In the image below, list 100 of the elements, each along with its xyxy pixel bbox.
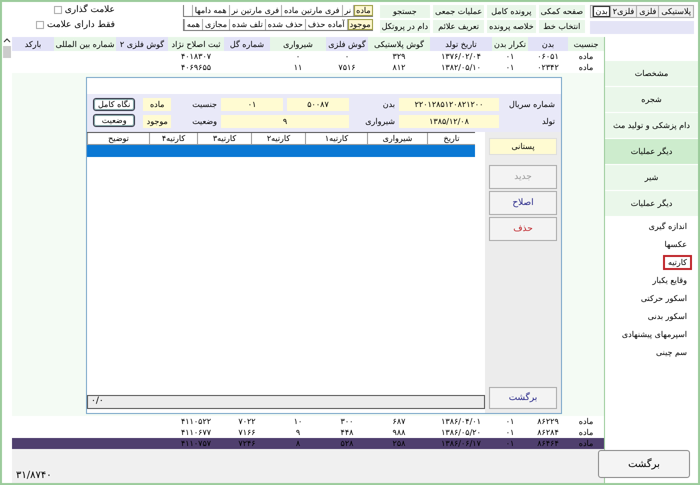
status-filter-option[interactable]: حذف شده [264,19,305,30]
field-label: تولد [541,117,555,126]
field-value[interactable]: ۹ [221,115,349,128]
record-count: ۳۱/۸۷۴۰ [16,470,52,481]
table-cell-text: ماده [578,427,594,438]
checkbox[interactable] [36,21,44,29]
table-cell-text: ۰۶۰۵۱ [536,51,560,62]
delete-button[interactable]: حذف [489,217,557,241]
table-row[interactable]: ماده ۰۶۰۵۱ ۰۱ ۱۳۷۶/۰۲/۰۴ ۳۲۹ ۰ ۰ ۴۰۱۸۳۰۷ [12,51,604,62]
nav-item[interactable]: سم چینی [650,344,692,360]
table-cell-text: ماده [578,416,594,427]
view-tab[interactable]: فلزی۲ [610,6,636,17]
table-cell-text: ۱۱ [292,62,304,73]
table-cell-text: ۵۲۸ [340,438,354,449]
status-filter-option[interactable]: موجود [346,19,373,30]
field-value[interactable]: ۰۱ [221,98,283,111]
nav-section[interactable]: دیگر عملیات [605,191,698,216]
field-label: جنسیت [191,100,217,109]
field-label: بدن [382,100,395,109]
table-row[interactable]: ماده ۸۶۲۲۹ ۰۱ ۱۳۸۶/۰۴/۰۱ ۶۸۷ ۳۰۰ ۱۰ ۷۰۲۲ ۴۱۱۰۵۲۲ [12,416,604,427]
status-filter-option[interactable]: آماده حذف [304,19,347,30]
nav-item[interactable]: اندازه گیری [644,218,692,234]
menu-button[interactable]: خلاصه پرونده [487,20,536,33]
column-header[interactable]: گوش فلزی [326,37,368,51]
nav-item[interactable]: عکسها [660,236,692,252]
column-header[interactable]: تکرار بدن [492,37,528,51]
sex-filter-option[interactable]: فری مارتین ماده [281,5,342,16]
field-label: شماره سریال [508,100,555,109]
menu-button[interactable]: انتخاب خط [538,20,585,33]
menu-button[interactable]: صفحه کمکی [538,5,585,18]
menu-button[interactable]: تعریف علائم [433,20,484,33]
nav-section[interactable]: شجره [605,87,698,112]
table-cell-text: ۰۱ [504,62,516,73]
table-cell-text: ماده [578,438,594,449]
field-value[interactable]: ۲۲۰۱۲۸۵۱۲۰۸۲۱۲۰۰ [399,98,499,111]
checkbox-label: فقط دارای علامت [47,20,115,30]
table-cell-text: ۰۱ [504,51,516,62]
table-cell-text: ۰ [294,51,302,62]
table-cell-text: ۷۱۶۶ [237,427,257,438]
table-cell-text: ۶۸۷ [392,416,406,427]
back-button[interactable]: برگشت [489,387,557,409]
table-cell-text: ۱۳۸۲/۰۵/۱۰ [440,62,482,73]
dialog-button[interactable]: نگاه کامل [93,98,136,111]
scrollbar-icon[interactable] [2,37,12,61]
column-header[interactable]: شیرواری [270,37,326,51]
table-cell-text: ۹۸۸ [392,427,406,438]
column-header[interactable]: شماره بین المللی [54,37,116,51]
table-row[interactable]: ماده ۸۶۲۸۴ ۰۱ ۱۳۸۶/۰۵/۲۰ ۹۸۸ ۴۴۸ ۹ ۷۱۶۶ ۴۱۱۰۶۷۷ [12,427,604,438]
menu-button[interactable]: عملیات جمعی [433,5,484,18]
table-cell-text: ۸ [294,438,302,449]
menu-button[interactable]: جستجو [380,5,430,18]
lookup-field[interactable] [590,21,694,34]
edit-button[interactable]: اصلاح [489,191,557,215]
view-tab[interactable]: بدن [592,6,610,17]
nav-section[interactable]: شیر [605,165,698,190]
table-cell-text: ۱۳۸۶/۰۶/۱۷ [440,438,482,449]
field-value[interactable]: ماده [143,98,171,111]
nav-item[interactable]: وقایع یکبار [647,272,692,288]
status-filter-option[interactable]: مجازی [202,19,229,30]
table-row[interactable]: ماده ۰۲۳۴۲ ۰۱ ۱۳۸۲/۰۵/۱۰ ۸۱۲ ۷۵۱۶ ۱۱ ۴۰۶۹۶۵۵ [12,62,604,73]
nav-item[interactable]: اسپرمهای پیشنهادی [616,326,692,342]
table-cell-text: ۸۱۲ [392,62,406,73]
table-cell-text: ۷۰۲۲ [237,416,257,427]
nav-item[interactable]: کارتیه [662,254,692,270]
nav-section[interactable]: مشخصات [605,61,698,86]
sex-filter-option[interactable]: ماده [353,5,373,16]
field-value[interactable]: ۱۳۸۵/۱۲/۰۸ [399,115,499,128]
table-cell-text: ۳۲۹ [392,51,406,62]
status-filter-option[interactable]: تلف شده [229,19,265,30]
status-filter-option[interactable]: همه [184,19,202,30]
column-header[interactable]: بدن [528,37,568,51]
column-header[interactable]: شماره گل [224,37,270,51]
menu-button[interactable]: پرونده کامل [487,5,536,18]
nav-item[interactable]: اسکور بدنی [642,308,692,324]
nav-item[interactable]: اسکور حرکتی [636,290,692,306]
view-tab[interactable]: فلزی [636,6,658,17]
nav-section[interactable]: دام پزشکی و تولید مث [605,113,698,138]
field-value[interactable]: ۵۰۰۸۷ [287,98,349,111]
menu-button[interactable]: دام در پروتکل [380,20,430,33]
table-cell-text: ۴۰۱۸۳۰۷ [180,51,212,62]
nav-section[interactable]: دیگر عملیات [605,139,698,164]
sex-filter-option[interactable]: همه دامها [192,5,229,16]
column-header[interactable]: گوش پلاستیکی [368,37,430,51]
column-header[interactable]: تاریخ تولد [430,37,492,51]
sex-filter-option[interactable]: فری مارتین نر [228,5,282,16]
checkbox[interactable] [54,6,62,14]
view-tab[interactable]: پلاستیکی [658,6,693,17]
sex-filter-option[interactable]: نر [342,5,354,16]
checkbox-label: علامت گذاری [64,5,115,15]
column-header[interactable]: جنسیت [568,37,604,51]
status-bar: ۰/۰ [87,395,485,409]
back-button[interactable]: برگشت [598,450,690,478]
table-cell-text: ۸۶۲۸۴ [536,427,560,438]
column-header[interactable]: ثبت اصلاح نژاد [168,37,224,51]
field-value[interactable]: موجود [143,115,171,128]
dialog-button[interactable]: وضعیت [93,114,136,127]
table-cell-text: ماده [578,62,594,73]
side-tab[interactable]: پستانی [489,138,557,155]
column-header[interactable]: بارکد [12,37,54,51]
column-header[interactable]: گوش فلزی ۲ [116,37,168,51]
